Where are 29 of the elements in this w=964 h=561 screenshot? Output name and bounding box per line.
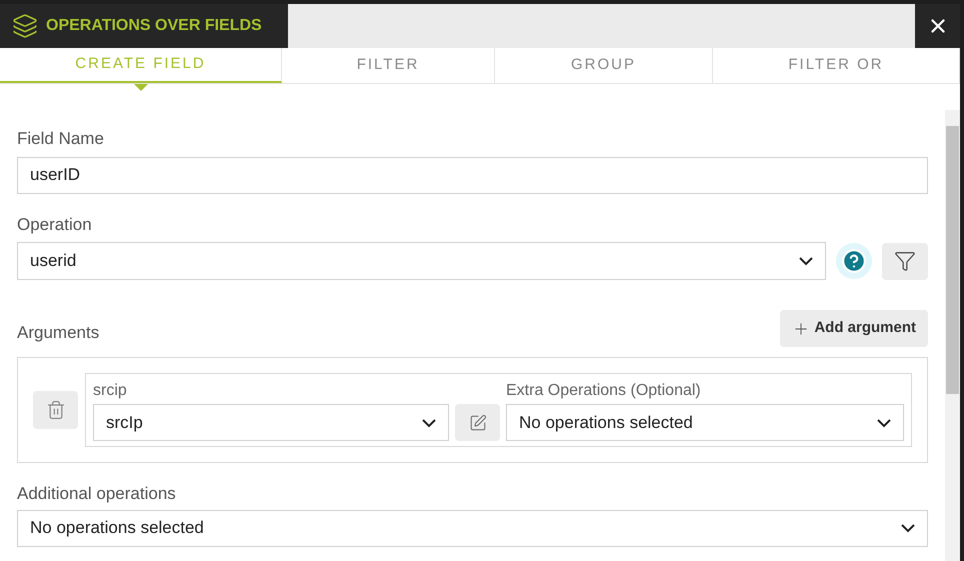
scrollbar-thumb[interactable] [946, 126, 959, 394]
field-name-input[interactable]: userID [17, 156, 928, 194]
window-title: OPERATIONS OVER FIELDS [46, 16, 262, 36]
edit-button[interactable] [455, 404, 500, 441]
help-button[interactable] [836, 243, 872, 279]
extra-operations-label: Extra Operations (Optional) [506, 381, 702, 401]
additional-operations-select[interactable]: No operations selected [17, 510, 928, 546]
filter-button[interactable] [882, 242, 928, 280]
argument-select[interactable]: srcIp [93, 404, 449, 441]
chevron-icon [877, 418, 891, 426]
field-label: Field Name [17, 128, 105, 150]
funnel-icon [894, 250, 916, 272]
help-icon [841, 248, 867, 274]
chevron-icon [799, 257, 813, 265]
field-label: Operation [17, 214, 93, 236]
layers-icon [12, 13, 38, 39]
chevron-icon [901, 524, 915, 532]
extra-operations-select[interactable]: No operations selected [506, 404, 904, 441]
argument-label: srcip [93, 381, 128, 401]
section-label: Arguments [17, 322, 100, 344]
chevron-icon [422, 418, 436, 426]
tab-pointer [134, 84, 148, 91]
add-argument-button[interactable]: Add argument [780, 310, 928, 347]
delete-button[interactable] [33, 391, 78, 429]
trash-icon [46, 400, 66, 420]
edit-icon [468, 414, 486, 432]
close-button[interactable] [915, 4, 960, 48]
section-label: Additional operations [17, 483, 177, 505]
operation-select[interactable]: userid [17, 242, 826, 280]
